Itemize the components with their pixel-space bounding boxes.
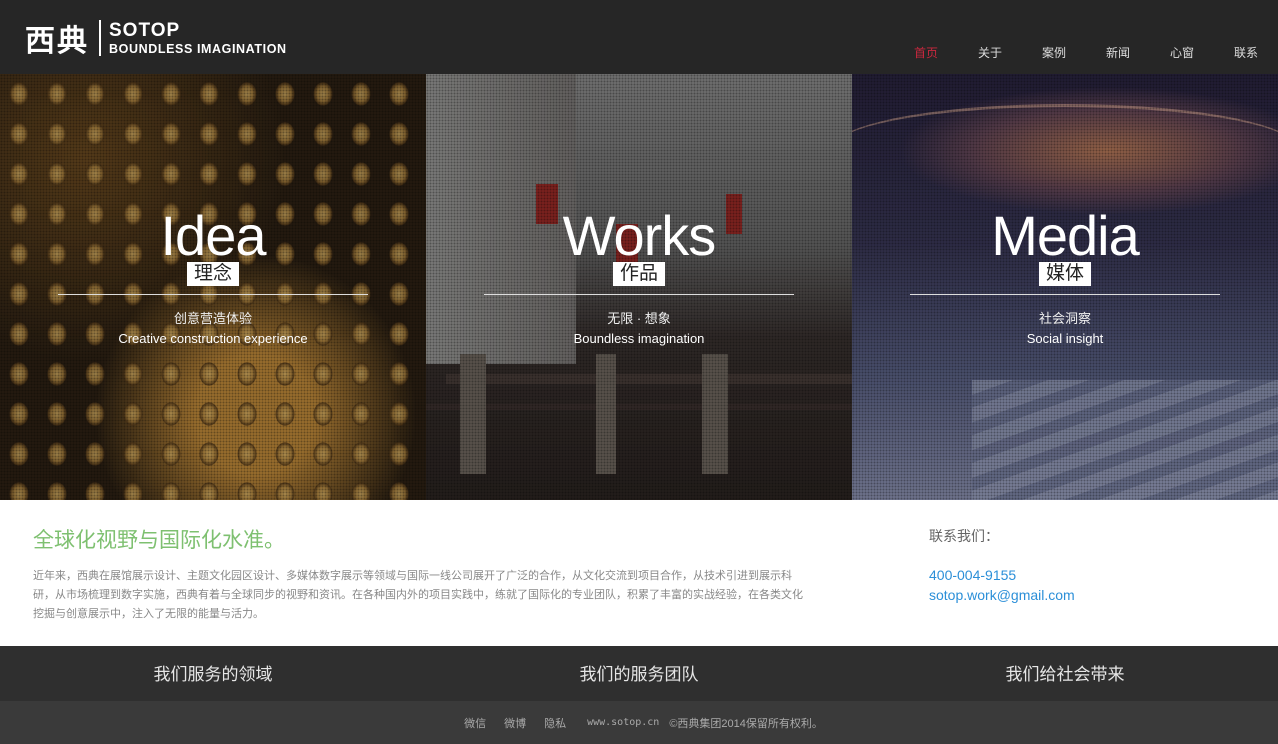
logo-divider xyxy=(99,20,101,56)
panel-badge: 理念 xyxy=(186,262,239,286)
footer-wechat-link[interactable]: 微信 xyxy=(464,715,486,731)
hero-panels: Idea 理念 创意营造体验 Creative construction exp… xyxy=(0,74,1278,500)
nav-news[interactable]: 新闻 xyxy=(1086,44,1150,62)
panel-media-content: Media 媒体 社会洞察 Social insight xyxy=(852,208,1278,346)
nav-heart-window[interactable]: 心窗 xyxy=(1150,44,1214,62)
panel-media[interactable]: Media 媒体 社会洞察 Social insight xyxy=(852,74,1278,500)
footer-url: www.sotop.cn xyxy=(587,717,660,728)
contact-phone-link[interactable]: 400-004-9155 xyxy=(929,567,1016,583)
logo-cn: 西典 xyxy=(25,24,89,59)
panel-subtitle-en: Social insight xyxy=(1026,331,1104,346)
panel-subtitle-cn: 社会洞察 xyxy=(1038,311,1091,326)
nav-home[interactable]: 首页 xyxy=(894,44,958,62)
panel-subtitle-cn: 无限 · 想象 xyxy=(607,311,671,326)
footer-copyright: ©西典集团2014保留所有权利。 xyxy=(669,717,823,730)
panel-subtitle-en: Creative construction experience xyxy=(118,331,308,346)
panel-works[interactable]: Works 作品 无限 · 想象 Boundless imagination xyxy=(426,74,852,500)
panel-divider xyxy=(910,294,1220,295)
info-paragraph: 近年来，西典在展馆展示设计、主题文化园区设计、多媒体数字展示等领域与国际一线公司… xyxy=(33,570,803,620)
contact-email-link[interactable]: sotop.work@gmail.com xyxy=(929,587,1075,603)
nav-contact[interactable]: 联系 xyxy=(1214,44,1278,62)
panel-subtitle-en: Boundless imagination xyxy=(573,331,705,346)
nav-cases[interactable]: 案例 xyxy=(1022,44,1086,62)
services-bar: 我们服务的领域 我们的服务团队 我们给社会带来 xyxy=(0,646,1278,701)
main-nav: 首页 关于 案例 新闻 心窗 联系 xyxy=(894,44,1278,62)
panel-idea-content: Idea 理念 创意营造体验 Creative construction exp… xyxy=(0,208,426,346)
logo-en-tagline: BOUNDLESS IMAGINATION xyxy=(109,41,287,56)
site-footer: 微信 微博 隐私 www.sotop.cn ©西典集团2014保留所有权利。 xyxy=(0,701,1278,744)
panel-title: Works xyxy=(562,204,717,267)
logo-en-name: SOTOP xyxy=(109,19,181,41)
info-section: 全球化视野与国际化水准。 近年来，西典在展馆展示设计、主题文化园区设计、多媒体数… xyxy=(0,500,1278,646)
panel-title: Media xyxy=(991,204,1140,267)
logo[interactable]: 西典 SOTOP BOUNDLESS IMAGINATION xyxy=(25,18,287,59)
service-fields-link[interactable]: 我们服务的领域 xyxy=(0,646,426,701)
panel-divider xyxy=(484,294,794,295)
panel-badge: 作品 xyxy=(612,262,665,286)
logo-en: SOTOP BOUNDLESS IMAGINATION xyxy=(109,21,287,56)
panel-subtitle-cn: 创意营造体验 xyxy=(173,311,252,326)
panel-idea[interactable]: Idea 理念 创意营造体验 Creative construction exp… xyxy=(0,74,426,500)
info-title: 全球化视野与国际化水准。 xyxy=(33,528,285,552)
footer-weibo-link[interactable]: 微博 xyxy=(504,715,526,731)
site-header: 西典 SOTOP BOUNDLESS IMAGINATION 首页 关于 案例 … xyxy=(0,0,1278,74)
service-team-link[interactable]: 我们的服务团队 xyxy=(426,646,852,701)
panel-divider xyxy=(58,294,368,295)
panel-title: Idea xyxy=(160,204,267,267)
nav-about[interactable]: 关于 xyxy=(958,44,1022,62)
panel-works-content: Works 作品 无限 · 想象 Boundless imagination xyxy=(426,208,852,346)
panel-badge: 媒体 xyxy=(1038,262,1091,286)
footer-privacy-link[interactable]: 隐私 xyxy=(544,715,566,731)
service-society-link[interactable]: 我们给社会带来 xyxy=(852,646,1278,701)
contact-title: 联系我们： xyxy=(929,529,999,545)
